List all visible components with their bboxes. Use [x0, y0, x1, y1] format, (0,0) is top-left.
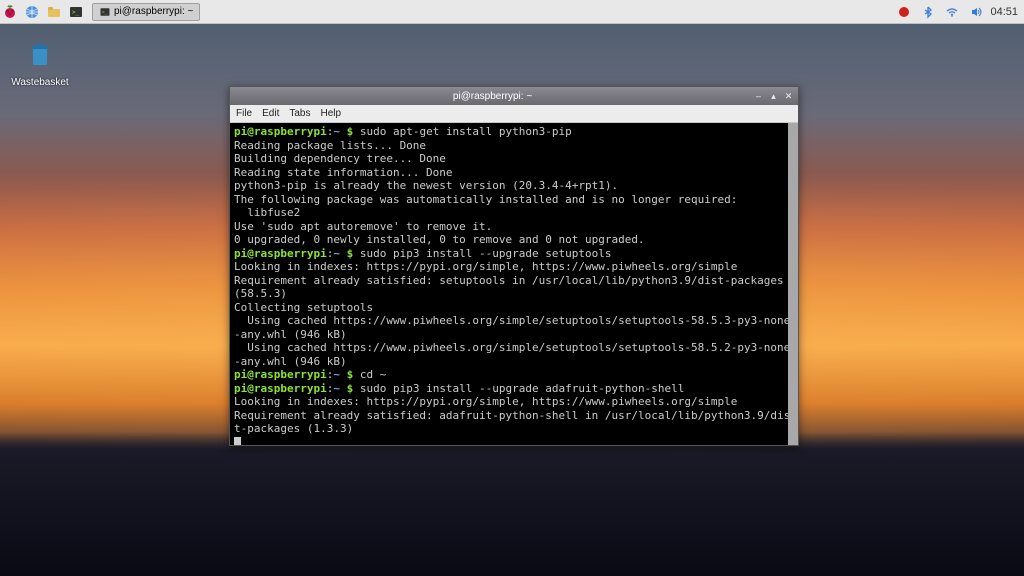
- window-close-button[interactable]: ✕: [782, 90, 795, 103]
- file-manager-icon[interactable]: [45, 3, 63, 21]
- terminal-scrollbar[interactable]: [788, 123, 798, 445]
- top-panel: >_ >_ pi@raspberrypi: ~ 04:51: [0, 0, 1024, 24]
- bluetooth-icon[interactable]: [919, 3, 937, 21]
- window-maximize-button[interactable]: ▴: [767, 90, 780, 103]
- menu-edit[interactable]: Edit: [262, 108, 279, 119]
- trash-icon: [10, 40, 70, 77]
- terminal-menubar: File Edit Tabs Help: [230, 105, 798, 123]
- svg-text:>_: >_: [102, 10, 108, 15]
- taskbar-app-label: pi@raspberrypi: ~: [114, 6, 193, 17]
- window-minimize-button[interactable]: –: [752, 90, 765, 103]
- raspberry-menu-icon[interactable]: [1, 3, 19, 21]
- terminal-window: pi@raspberrypi: ~ – ▴ ✕ File Edit Tabs H…: [229, 86, 799, 446]
- menu-file[interactable]: File: [236, 108, 252, 119]
- menu-tabs[interactable]: Tabs: [289, 108, 310, 119]
- wifi-icon[interactable]: [943, 3, 961, 21]
- wastebasket-icon[interactable]: Wastebasket: [10, 40, 70, 88]
- web-browser-icon[interactable]: [23, 3, 41, 21]
- wastebasket-label: Wastebasket: [10, 77, 70, 88]
- terminal-content[interactable]: pi@raspberrypi:~ $ sudo apt-get install …: [230, 123, 798, 445]
- window-title: pi@raspberrypi: ~: [233, 91, 752, 102]
- svg-text:>_: >_: [72, 9, 80, 16]
- taskbar-app-terminal[interactable]: >_ pi@raspberrypi: ~: [92, 3, 200, 21]
- volume-icon[interactable]: [967, 3, 985, 21]
- menu-help[interactable]: Help: [320, 108, 341, 119]
- terminal-quick-icon[interactable]: >_: [67, 3, 85, 21]
- clock[interactable]: 04:51: [990, 6, 1018, 18]
- scrollbar-thumb[interactable]: [788, 123, 798, 445]
- window-titlebar[interactable]: pi@raspberrypi: ~ – ▴ ✕: [230, 87, 798, 105]
- record-icon[interactable]: [895, 3, 913, 21]
